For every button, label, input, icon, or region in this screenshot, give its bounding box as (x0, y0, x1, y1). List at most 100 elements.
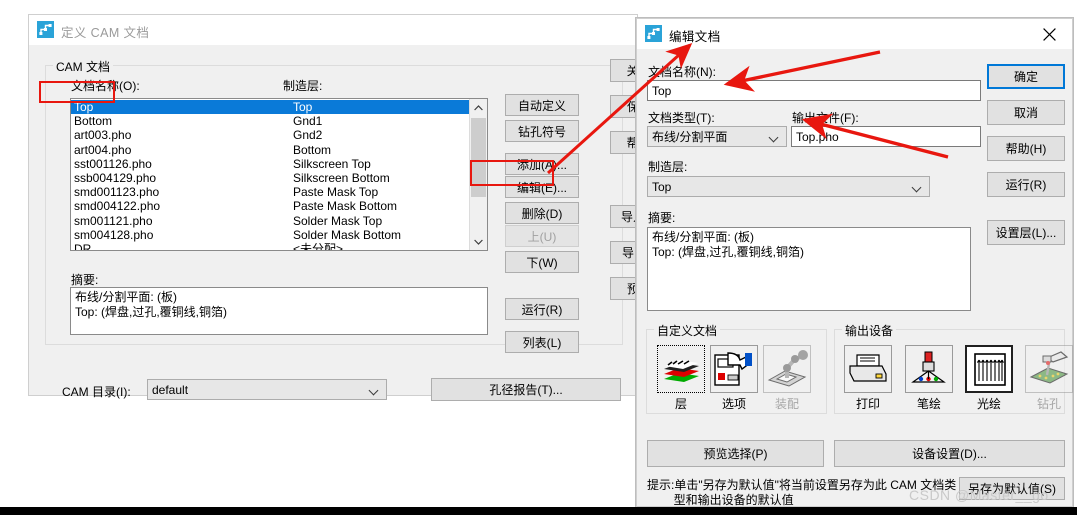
run-button[interactable]: 运行(R) (987, 172, 1065, 197)
scroll-up-arrow[interactable] (470, 99, 487, 116)
print-tile[interactable] (844, 345, 892, 393)
table-row[interactable]: ssb004129.pho Silkscreen Bottom (71, 171, 469, 185)
row-document-name: smd004122.pho (74, 199, 161, 214)
row-manufacturing-layer: Silkscreen Bottom (293, 170, 390, 185)
printer-icon (846, 349, 890, 392)
define-cam-document-dialog: 定义 CAM 文档 CAM 文档 文档名称(O): 制造层: Top Top Bot… (28, 14, 684, 401)
edit-manufacturing-layer-label: 制造层: (648, 160, 688, 174)
edit-dialog-title: 编辑文档 (669, 30, 721, 44)
pads-cam-icon (645, 25, 662, 42)
drill-symbol-button[interactable]: 钻孔符号 (505, 120, 579, 142)
row-manufacturing-layer: Solder Mask Top (293, 213, 383, 228)
top-row-highlight (39, 81, 115, 103)
cancel-button[interactable]: 取消 (987, 100, 1065, 125)
chevron-down-icon (768, 130, 782, 144)
manufacturing-layer-combo[interactable]: Top (647, 176, 930, 197)
row-document-name: DR (74, 241, 92, 251)
penplot-tile[interactable] (905, 345, 953, 393)
preview-selection-button[interactable]: 预览选择(P) (647, 440, 824, 467)
options-tile[interactable] (710, 345, 758, 393)
layer-stack-icon (659, 349, 703, 392)
table-row[interactable]: Bottom Gnd1 (71, 114, 469, 128)
setup-layers-button[interactable]: 设置层(L)... (987, 220, 1065, 245)
edit-document-name-label: 文档名称(N): (648, 65, 716, 79)
row-manufacturing-layer: Silkscreen Top (293, 156, 371, 171)
row-document-name: sm004128.pho (74, 227, 154, 242)
define-dialog-titlebar[interactable]: 定义 CAM 文档 (29, 15, 637, 46)
chevron-down-icon (911, 180, 925, 194)
table-row[interactable]: art004.pho Bottom (71, 143, 469, 157)
photoplot-icon (968, 350, 1011, 391)
table-row[interactable]: Top Top (71, 100, 469, 115)
row-manufacturing-layer: Bottom (293, 142, 332, 157)
output-file-label: 输出文件(F): (792, 111, 859, 125)
csdn-watermark: CSDN @Master__go (909, 487, 1049, 503)
row-document-name: art004.pho (74, 142, 132, 157)
edit-document-dialog: 编辑文档 文档名称(N): Top 文档类型(T): 布线/分割平面 输出文件(… (636, 18, 1073, 507)
edit-summary-textarea[interactable]: 布线/分割平面: (板) Top: (焊盘,过孔,覆铜线,铜箔) (647, 227, 971, 311)
row-document-name: sm001121.pho (74, 213, 153, 228)
row-manufacturing-layer: Paste Mask Top (293, 185, 379, 200)
assembly-tile-caption: 装配 (774, 397, 799, 411)
delete-button[interactable]: 删除(D) (505, 202, 579, 224)
photoplot-tile[interactable] (965, 345, 1013, 393)
device-setup-button[interactable]: 设备设置(D)... (834, 440, 1065, 467)
screenshot-root: 定义 CAM 文档 CAM 文档 文档名称(O): 制造层: Top Top Bot… (0, 0, 1077, 515)
edit-dialog-titlebar[interactable]: 编辑文档 (637, 19, 1072, 50)
table-row[interactable]: art003.pho Gnd2 (71, 128, 469, 142)
hand-document-icon (712, 349, 756, 392)
define-dialog-title: 定义 CAM 文档 (61, 26, 150, 40)
row-manufacturing-layer: Top (293, 100, 313, 114)
pen-plotter-icon (907, 349, 951, 392)
list-button[interactable]: 列表(L) (505, 331, 579, 353)
cam-directory-label: CAM 目录(I): (62, 385, 131, 399)
row-document-name: art003.pho (74, 128, 132, 143)
move-up-button: 上(U) (505, 225, 579, 247)
summary-label: 摘要: (71, 273, 99, 287)
edit-button-highlight (470, 160, 554, 186)
pads-cam-icon (37, 21, 54, 38)
custom-document-group-legend: 自定义文档 (654, 322, 721, 339)
table-row[interactable]: smd001123.pho Paste Mask Top (71, 185, 469, 199)
drill-report-button[interactable]: 孔径报告(T)... (431, 378, 621, 401)
row-manufacturing-layer: Gnd1 (293, 114, 323, 129)
scroll-down-arrow[interactable] (470, 233, 487, 250)
cam-document-listbox[interactable]: Top Top Bottom Gnd1 art003.pho Gnd2 art004.pho… (70, 98, 488, 251)
run-button[interactable]: 运行(R) (505, 298, 579, 320)
output-file-input[interactable]: Top.pho (791, 126, 981, 147)
cam-document-group-legend: CAM 文档 (53, 58, 114, 75)
manufacturing-layer-label: 制造层: (283, 79, 323, 93)
ok-button[interactable]: 确定 (987, 64, 1065, 89)
document-type-combo[interactable]: 布线/分割平面 (647, 126, 787, 147)
move-down-button[interactable]: 下(W) (505, 251, 579, 273)
document-type-value: 布线/分割平面 (652, 130, 728, 144)
document-type-label: 文档类型(T): (648, 111, 715, 125)
table-row[interactable]: sm001121.pho Solder Mask Top (71, 214, 469, 228)
close-icon[interactable] (1027, 19, 1072, 49)
help-button[interactable]: 帮助(H) (987, 136, 1065, 161)
document-name-input[interactable]: Top (647, 80, 981, 101)
row-manufacturing-layer: Gnd2 (293, 128, 323, 143)
row-manufacturing-layer: <未分配> (293, 241, 344, 251)
edit-summary-label: 摘要: (648, 211, 676, 225)
bottom-black-bar (0, 507, 1077, 515)
table-row[interactable]: smd004122.pho Paste Mask Bottom (71, 199, 469, 213)
layers-tile[interactable] (657, 345, 705, 393)
robot-arm-icon (765, 349, 809, 392)
row-document-name: ssb004129.pho (74, 170, 157, 185)
manufacturing-layer-value: Top (652, 179, 672, 194)
row-manufacturing-layer: Solder Mask Bottom (293, 227, 402, 242)
table-row[interactable]: DR <未分配> (71, 241, 469, 251)
cam-directory-value: default (152, 382, 189, 397)
table-row[interactable]: sst001126.pho Silkscreen Top (71, 157, 469, 171)
cam-directory-combo[interactable]: default (147, 379, 387, 400)
row-document-name: smd001123.pho (74, 185, 160, 200)
row-manufacturing-layer: Paste Mask Bottom (293, 199, 398, 214)
row-document-name: Bottom (74, 114, 113, 129)
drill-tile (1025, 345, 1073, 393)
drill-icon (1027, 349, 1071, 392)
summary-textarea[interactable]: 布线/分割平面: (板) Top: (焊盘,过孔,覆铜线,铜箔) (70, 287, 488, 335)
assembly-tile (763, 345, 811, 393)
table-row[interactable]: sm004128.pho Solder Mask Bottom (71, 228, 469, 242)
auto-define-button[interactable]: 自动定义 (505, 94, 579, 116)
